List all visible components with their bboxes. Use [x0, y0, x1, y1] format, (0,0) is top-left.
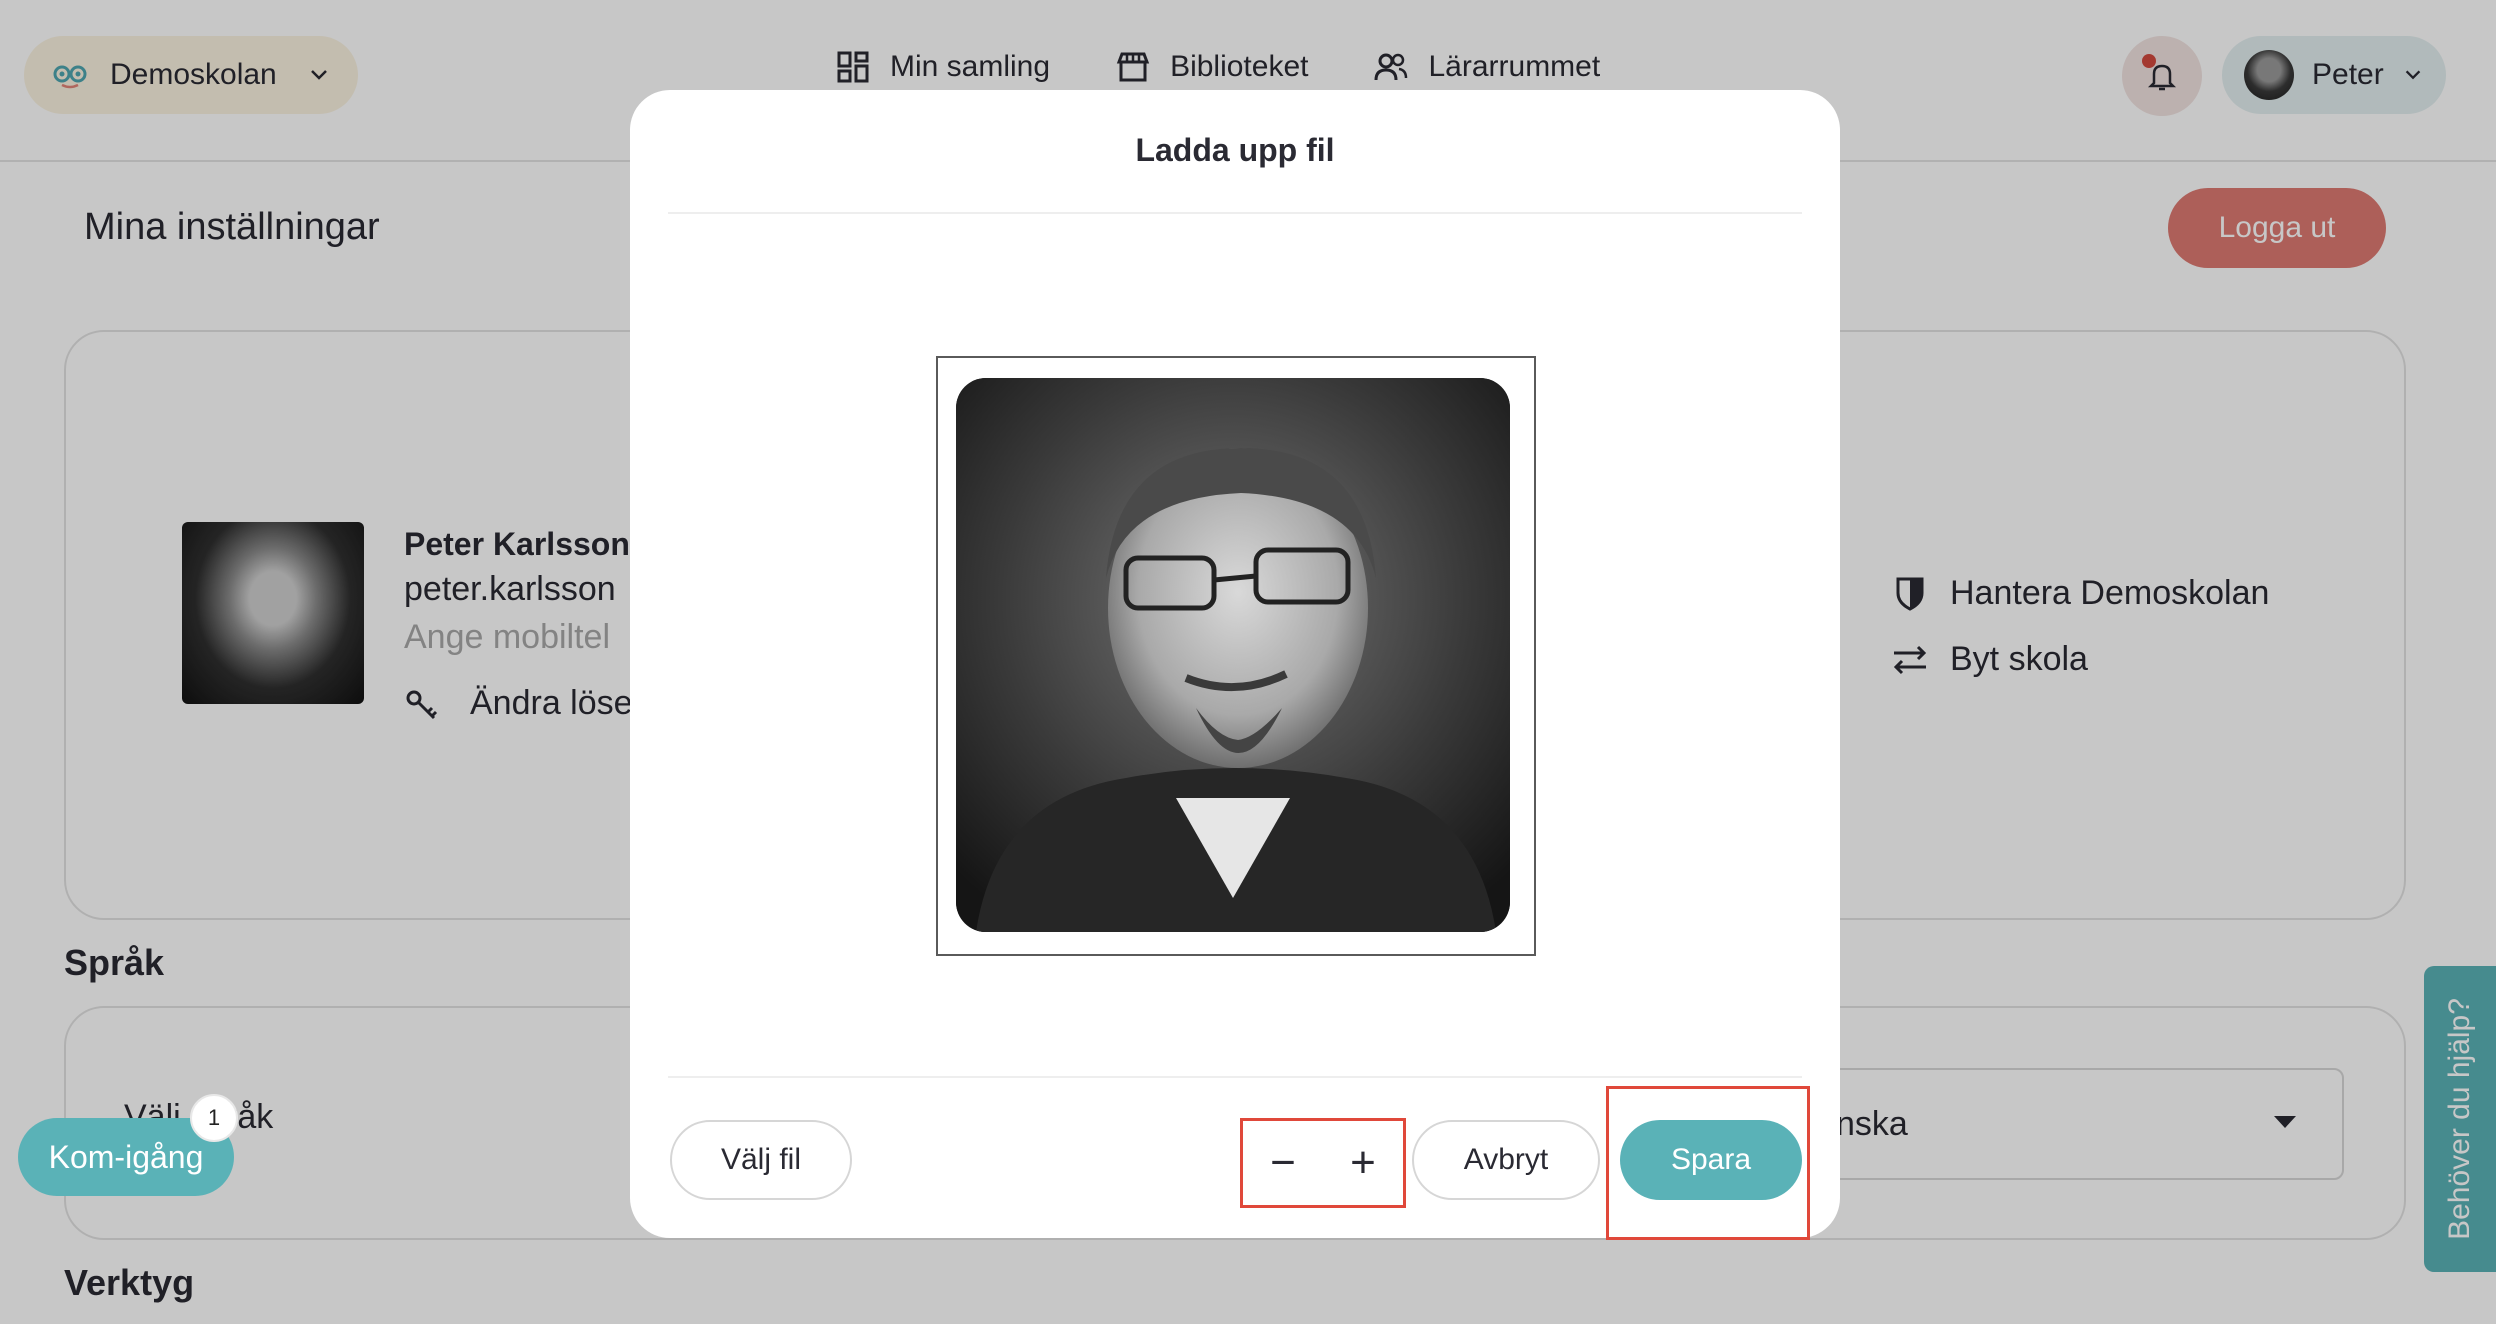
divider [668, 1076, 1802, 1078]
upload-modal: Ladda upp fil Välj fil − + Avbryt Spara [630, 90, 1840, 1240]
divider [668, 212, 1802, 214]
zoom-controls: − + [1240, 1118, 1406, 1208]
cancel-button[interactable]: Avbryt [1412, 1120, 1600, 1200]
crop-area[interactable] [936, 356, 1536, 956]
modal-title: Ladda upp fil [1135, 132, 1335, 168]
choose-file-button[interactable]: Välj fil [670, 1120, 852, 1200]
portrait-image [956, 378, 1510, 932]
uploaded-photo[interactable] [956, 378, 1510, 932]
zoom-out-button[interactable]: − [1253, 1133, 1313, 1193]
settings-page: Demoskolan Min samling Biblioteket Lärar… [0, 0, 2496, 1324]
get-started-badge: 1 [190, 1094, 238, 1142]
zoom-in-button[interactable]: + [1333, 1133, 1393, 1193]
save-button[interactable]: Spara [1620, 1120, 1802, 1200]
